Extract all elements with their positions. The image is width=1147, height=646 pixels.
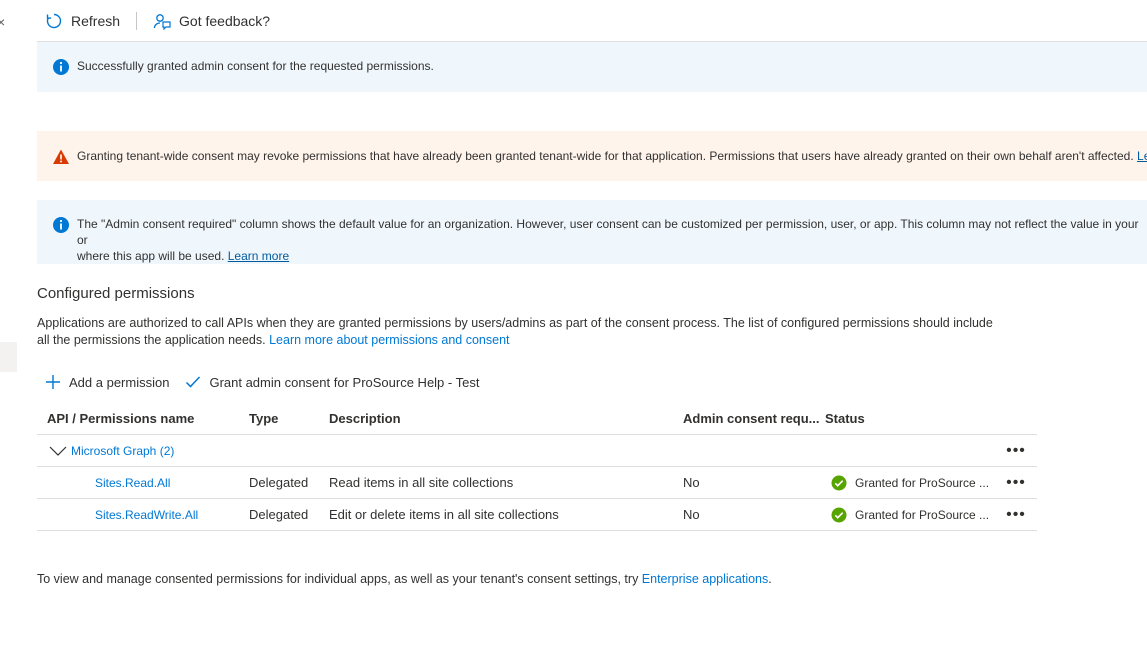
column-header-api[interactable]: API / Permissions name — [37, 411, 249, 426]
admin-consent-value: No — [683, 475, 700, 490]
chevron-down-icon — [49, 446, 67, 456]
ellipsis-icon: ••• — [1006, 505, 1026, 523]
enterprise-applications-link[interactable]: Enterprise applications — [642, 572, 768, 586]
status-cell: Granted for ProSource ... — [825, 475, 995, 491]
plus-icon — [45, 374, 61, 390]
column-header-description[interactable]: Description — [329, 411, 683, 426]
success-message-text: Successfully granted admin consent for t… — [77, 59, 434, 73]
refresh-icon — [45, 12, 63, 30]
column-header-admin-consent[interactable]: Admin consent requ... — [683, 411, 825, 426]
refresh-button[interactable]: Refresh — [37, 5, 128, 37]
feedback-label: Got feedback? — [179, 12, 271, 29]
checkmark-icon — [185, 374, 201, 390]
sidebar-selected-item-partial[interactable] — [0, 342, 17, 372]
success-check-icon — [831, 507, 847, 522]
column-header-status[interactable]: Status — [825, 411, 995, 426]
warning-icon — [52, 148, 70, 166]
section-description: Applications are authorized to call APIs… — [37, 316, 993, 347]
grant-admin-consent-button[interactable]: Grant admin consent for ProSource Help -… — [177, 374, 487, 390]
status-text: Granted for ProSource ... — [855, 507, 990, 522]
permissions-consent-link[interactable]: Learn more about permissions and consent — [269, 333, 509, 347]
group-label[interactable]: Microsoft Graph (2) — [71, 444, 174, 458]
permission-type: Delegated — [249, 507, 309, 522]
status-text: Granted for ProSource ... — [855, 475, 990, 490]
info-icon — [52, 216, 70, 234]
admin-consent-info-text: The "Admin consent required" column show… — [77, 217, 1139, 263]
warning-message-text: Granting tenant-wide consent may revoke … — [77, 148, 1147, 164]
group-toggle[interactable]: Microsoft Graph (2) — [37, 444, 437, 458]
feedback-icon — [153, 12, 171, 30]
group-row-microsoft-graph: Microsoft Graph (2) ••• — [37, 435, 1037, 467]
table-header: API / Permissions name Type Description … — [37, 402, 1037, 435]
status-cell: Granted for ProSource ... — [825, 507, 995, 523]
refresh-label: Refresh — [71, 12, 121, 29]
ellipsis-icon: ••• — [1006, 473, 1026, 491]
section-title: Configured permissions — [37, 285, 195, 302]
command-bar: Refresh Got feedback? — [37, 0, 1147, 42]
permission-name-link[interactable]: Sites.Read.All — [37, 476, 249, 490]
ellipsis-icon: ••• — [1006, 441, 1026, 459]
more-options-button[interactable]: ••• — [995, 441, 1037, 459]
admin-consent-value: No — [683, 507, 700, 522]
more-options-button[interactable]: ••• — [995, 473, 1037, 491]
warning-message-bar: Granting tenant-wide consent may revoke … — [37, 131, 1147, 181]
feedback-button[interactable]: Got feedback? — [145, 5, 278, 37]
toolbar-divider — [136, 11, 138, 30]
admin-consent-info-bar: The "Admin consent required" column show… — [37, 200, 1147, 264]
info-learn-more-link[interactable]: Learn more — [228, 249, 289, 263]
permission-description: Edit or delete items in all site collect… — [329, 507, 559, 522]
info-icon — [52, 58, 70, 76]
permission-description: Read items in all site collections — [329, 475, 514, 490]
permissions-table: API / Permissions name Type Description … — [37, 402, 1037, 531]
more-options-button[interactable]: ••• — [995, 505, 1037, 523]
add-permission-button[interactable]: Add a permission — [37, 374, 177, 390]
success-message-bar: Successfully granted admin consent for t… — [37, 42, 1147, 92]
close-icon-partial[interactable]: × — [0, 14, 5, 30]
warning-learn-more-link[interactable]: Le — [1137, 149, 1147, 163]
footer-note: To view and manage consented permissions… — [37, 572, 772, 586]
table-row: Sites.Read.All Delegated Read items in a… — [37, 467, 1037, 499]
permission-name-link[interactable]: Sites.ReadWrite.All — [37, 508, 249, 522]
table-row: Sites.ReadWrite.All Delegated Edit or de… — [37, 499, 1037, 531]
permission-type: Delegated — [249, 475, 309, 490]
column-header-type[interactable]: Type — [249, 411, 329, 426]
permission-actions: Add a permission Grant admin consent for… — [37, 370, 487, 394]
success-check-icon — [831, 475, 847, 490]
